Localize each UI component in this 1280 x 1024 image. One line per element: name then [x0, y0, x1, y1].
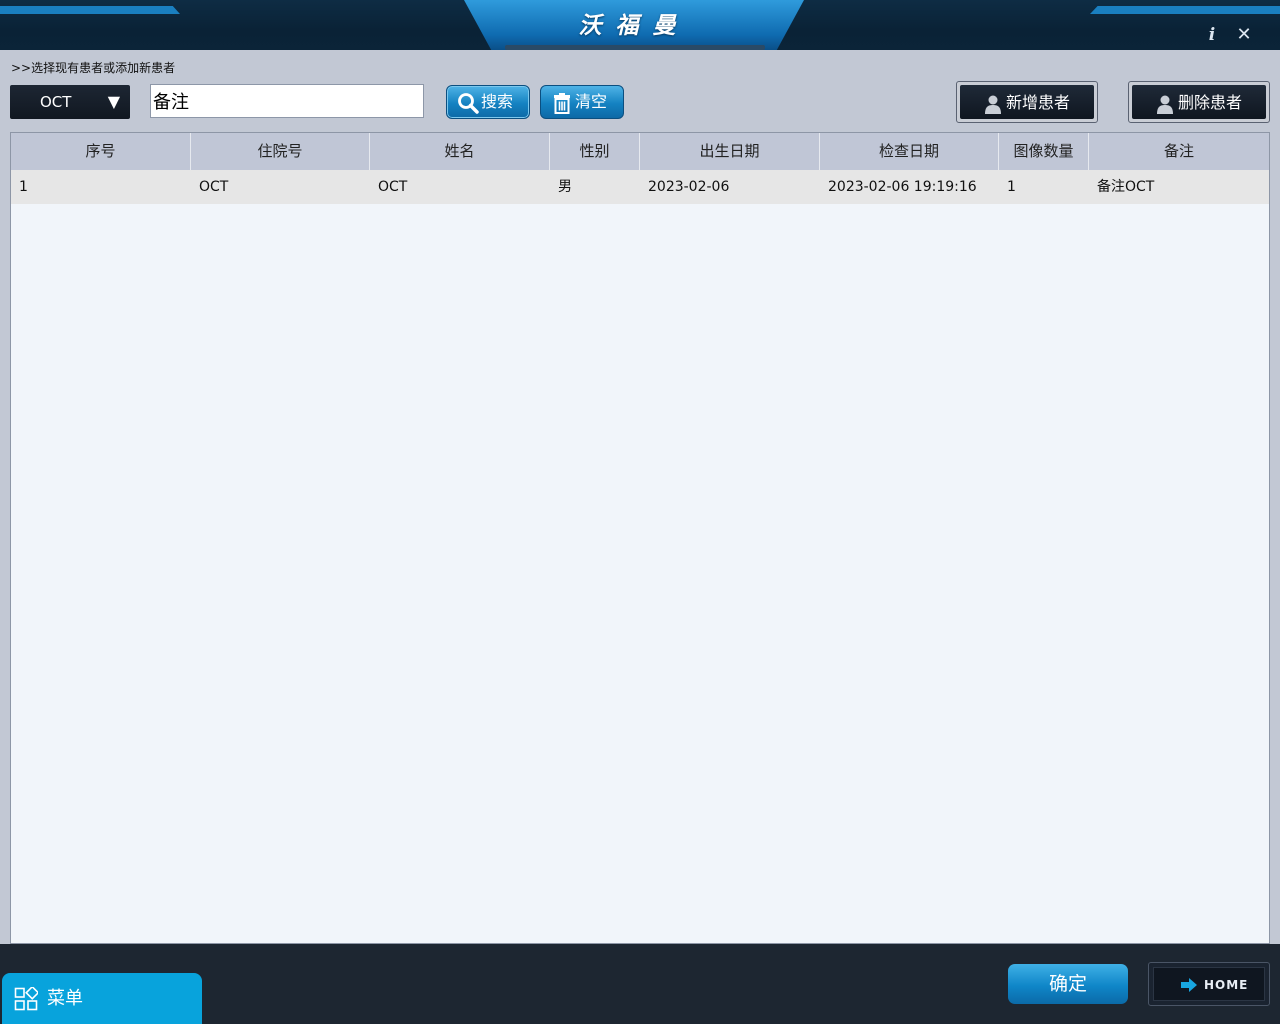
column-header-index[interactable]: 序号: [11, 133, 191, 170]
title-stripe-left: [0, 6, 180, 14]
table-row[interactable]: 1 OCT OCT 男 2023-02-06 2023-02-06 19:19:…: [11, 170, 1269, 204]
delete-patient-button-face: 删除患者: [1132, 85, 1266, 119]
add-patient-label: 新增患者: [1006, 93, 1071, 112]
menu-label: 菜单: [47, 988, 83, 1009]
close-icon[interactable]: ✕: [1234, 24, 1254, 46]
cell-image-count: 1: [1007, 179, 1016, 195]
column-header-name[interactable]: 姓名: [370, 133, 550, 170]
user-icon: [985, 95, 1001, 114]
cell-exam-date: 2023-02-06 19:19:16: [828, 179, 977, 195]
title-bar: 沃福曼 i ✕: [0, 0, 1280, 50]
table-header: 序号 住院号 姓名 性别 出生日期 检查日期 图像数量 备注: [11, 133, 1269, 170]
type-select-value: OCT: [40, 93, 72, 111]
cell-notes: 备注OCT: [1097, 179, 1155, 195]
title-stripe-right: [1090, 6, 1280, 14]
trash-icon: [554, 93, 570, 114]
column-header-admission-no[interactable]: 住院号: [191, 133, 370, 170]
type-select[interactable]: OCT ▼: [10, 85, 130, 119]
search-button[interactable]: 搜索: [446, 85, 530, 119]
column-header-notes[interactable]: 备注: [1089, 133, 1269, 170]
column-header-gender[interactable]: 性别: [550, 133, 640, 170]
menu-button[interactable]: 菜单: [2, 973, 202, 1024]
column-header-exam-date[interactable]: 检查日期: [820, 133, 999, 170]
search-icon: [458, 93, 479, 114]
delete-patient-label: 删除患者: [1178, 93, 1243, 112]
cell-gender: 男: [558, 179, 572, 195]
user-icon: [1157, 95, 1173, 114]
cell-admission-no: OCT: [199, 179, 229, 195]
grid-menu-icon: [14, 987, 38, 1011]
confirm-button[interactable]: 确定: [1008, 964, 1128, 1004]
cell-name: OCT: [378, 179, 408, 195]
add-patient-button-face: 新增患者: [960, 85, 1094, 119]
add-patient-button[interactable]: 新增患者: [956, 81, 1098, 123]
cell-birth-date: 2023-02-06: [648, 179, 730, 195]
title-tab-underline: [505, 45, 765, 50]
cell-index: 1: [19, 179, 28, 195]
instruction-text: >>选择现有患者或添加新患者: [11, 61, 176, 75]
patient-table: 序号 住院号 姓名 性别 出生日期 检查日期 图像数量 备注 1 OCT OCT…: [10, 132, 1270, 944]
search-input[interactable]: [150, 84, 424, 118]
arrow-right-icon: [1181, 978, 1197, 992]
home-button[interactable]: HOME: [1148, 962, 1270, 1006]
home-label: HOME: [1204, 978, 1249, 992]
home-button-face: HOME: [1153, 967, 1265, 1001]
column-header-image-count[interactable]: 图像数量: [999, 133, 1089, 170]
info-icon[interactable]: i: [1204, 24, 1220, 46]
search-button-label: 搜索: [481, 92, 514, 111]
app-title: 沃福曼: [578, 13, 690, 39]
chevron-down-icon: ▼: [107, 92, 120, 111]
delete-patient-button[interactable]: 删除患者: [1128, 81, 1270, 123]
clear-button-label: 清空: [575, 92, 608, 111]
column-header-birth-date[interactable]: 出生日期: [640, 133, 820, 170]
clear-button[interactable]: 清空: [540, 85, 624, 119]
